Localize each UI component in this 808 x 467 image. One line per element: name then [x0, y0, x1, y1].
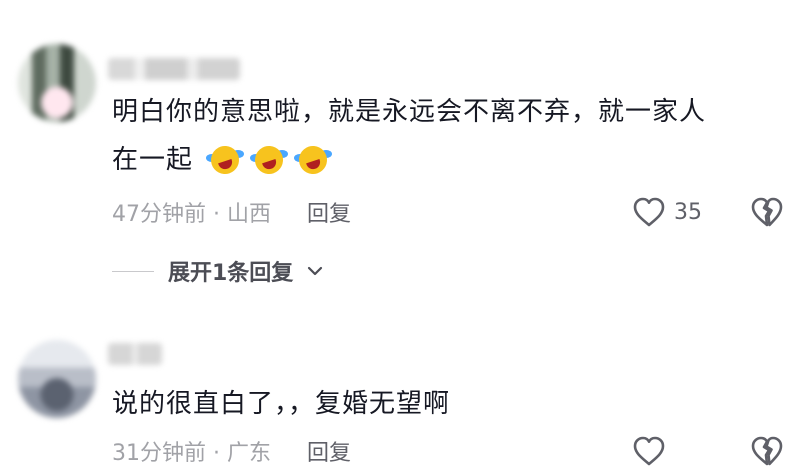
comment-meta: 47分钟前 · 山西 回复 35 [112, 196, 792, 228]
heart-outline-icon [633, 436, 665, 466]
chevron-down-icon [308, 266, 323, 276]
dislike-button[interactable] [750, 435, 784, 467]
heart-outline-icon [633, 197, 665, 227]
reply-button[interactable]: 回复 [307, 196, 351, 228]
username-blurred[interactable] [108, 343, 162, 365]
comment-time-location: 31分钟前 · 广东 [112, 441, 271, 466]
like-count: 35 [674, 199, 702, 225]
comment-time-location: 47分钟前 · 山西 [112, 202, 271, 227]
avatar[interactable] [18, 44, 96, 122]
expand-replies-button[interactable]: 展开1条回复 [112, 256, 323, 286]
comment-text: 明白你的意思啦，就是永远会不离不弃，就一家人 在一起 [112, 88, 792, 184]
avatar[interactable] [18, 340, 96, 418]
comment-text-line-2-text: 在一起 [112, 145, 194, 175]
comment-text: 说的很直白了，，复婚无望啊 [112, 380, 792, 428]
crying-laughing-emoji-icon [206, 141, 245, 178]
broken-heart-outline-icon [751, 436, 783, 466]
divider-line [112, 270, 154, 272]
expand-replies-label: 展开1条回复 [168, 261, 294, 286]
comment-text-line-1: 说的很直白了，，复婚无望啊 [112, 389, 451, 419]
comment-meta: 31分钟前 · 广东 回复 [112, 435, 792, 467]
crying-laughing-emoji-icon [294, 141, 333, 178]
emoji-group [206, 141, 333, 178]
like-button[interactable]: 35 [632, 196, 702, 228]
reply-button[interactable]: 回复 [307, 435, 351, 467]
dislike-button[interactable] [750, 196, 784, 228]
crying-laughing-emoji-icon [250, 141, 289, 178]
comment-text-line-2: 在一起 [112, 136, 792, 184]
like-button[interactable] [632, 435, 666, 467]
username-blurred[interactable] [108, 58, 240, 80]
comment-text-line-1: 明白你的意思啦，就是永远会不离不弃，就一家人 [112, 97, 707, 127]
broken-heart-outline-icon [751, 197, 783, 227]
